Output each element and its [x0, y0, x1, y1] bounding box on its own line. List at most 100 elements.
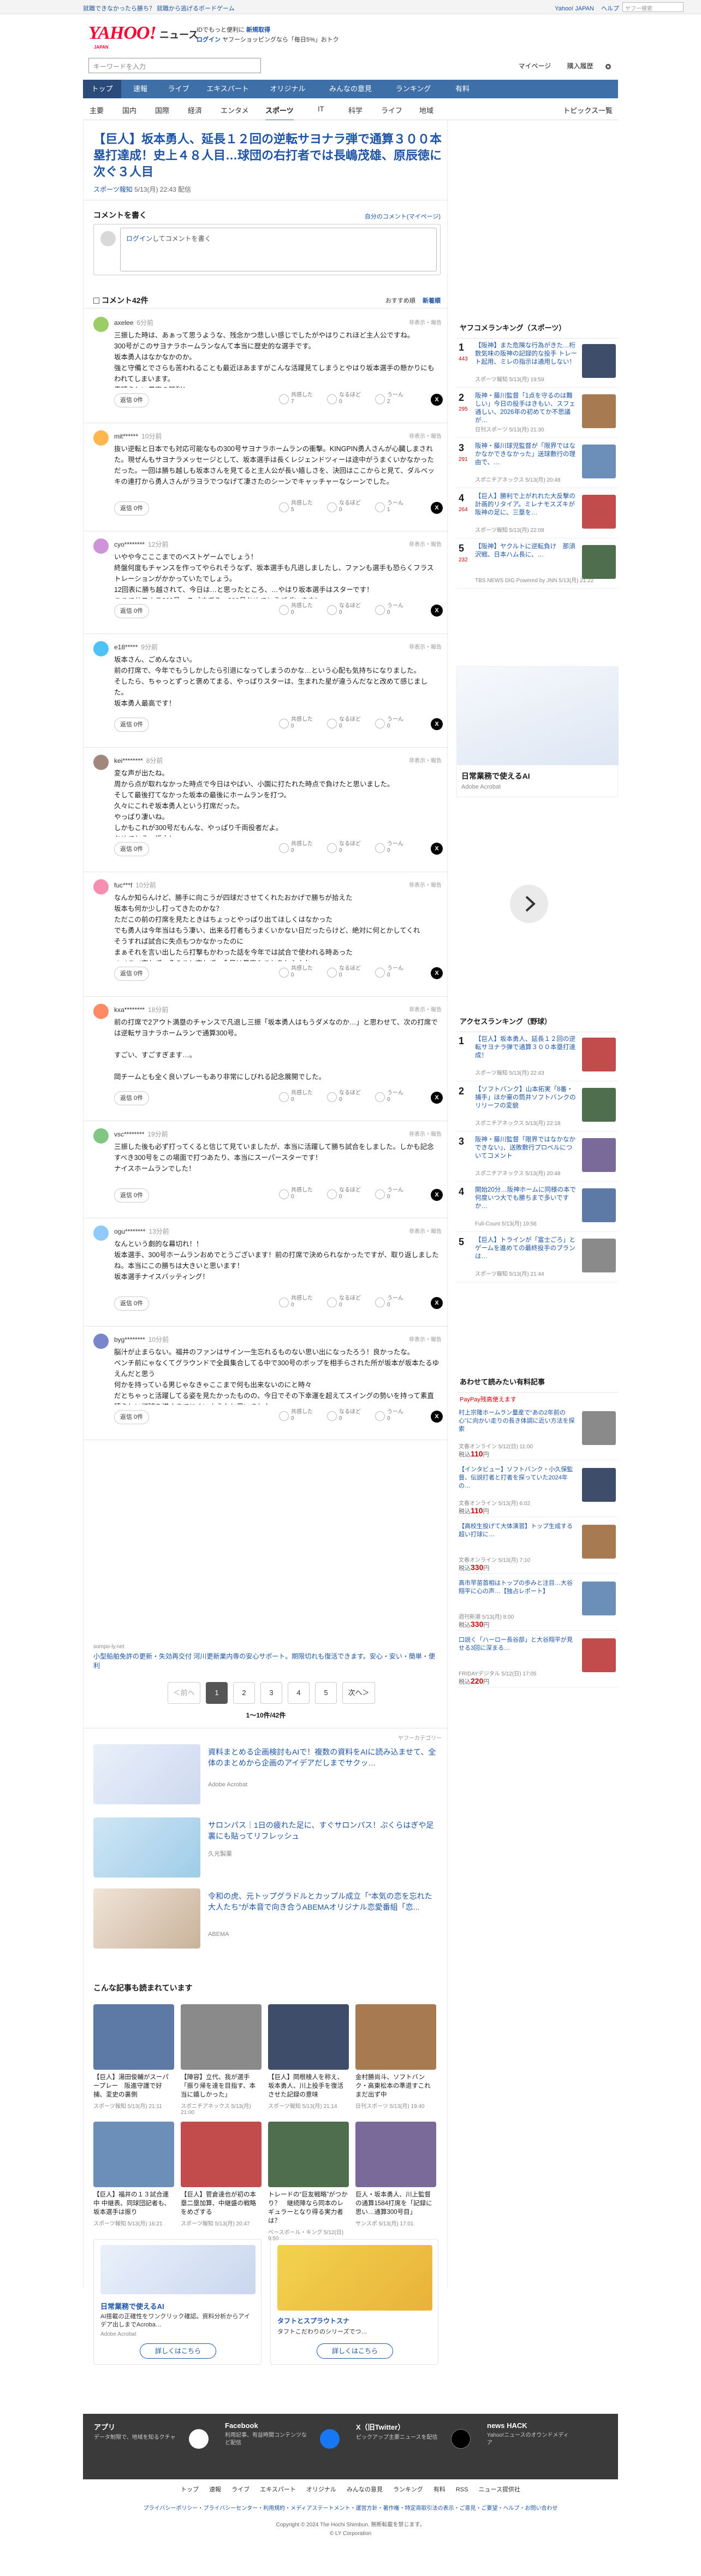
comment-user[interactable]: kxa******** [114, 1006, 145, 1014]
reply-button[interactable]: 返信 0件 [114, 1410, 150, 1424]
ranking-thumbnail[interactable] [582, 545, 616, 579]
cat-international[interactable]: 国際 [155, 105, 169, 115]
ranking-title[interactable]: 開始20分…阪神ホームに同様の本で何度いつ大でも勝ちまで多いですか… [475, 1186, 578, 1211]
access-ranking-item[interactable]: 3 阪神・藤川監督「限界ではなかなかできない」、送敗敷行プロベルについてコメントス… [456, 1133, 618, 1182]
access-ranking-item[interactable]: 1 【巨人】坂本勇人、延長１２回の逆転サヨナラ弾で通算３００本塁打達成！ スポーツ報… [456, 1032, 618, 1081]
avatar[interactable] [93, 1128, 109, 1144]
ranking-item[interactable]: 2 295 阪神・藤川監督「1点を守るのは難しい」今日の投手はきもい、スフェ通しい、… [456, 389, 618, 438]
card-title[interactable]: 【巨人】湯田俊輔がスーパープレー 阪進守護で好捕、変史の裏側 [93, 2073, 174, 2099]
ranking-title[interactable]: 【巨人】トラインが「富士ごろ」とゲームを進めての最終投手のプランは… [475, 1236, 578, 1261]
ad-cta-button[interactable]: 詳しくはこちら [140, 2343, 216, 2359]
my-comments-link[interactable]: 自分のコメント(マイページ) [365, 212, 441, 221]
sidebar-ad[interactable]: 日常業務で使えるAI Adobe Acrobat [456, 666, 619, 797]
ad-image[interactable] [93, 1744, 200, 1804]
reply-button[interactable]: 返信 0件 [114, 1296, 150, 1311]
ranking-thumbnail[interactable] [582, 344, 616, 378]
promo-link[interactable]: 就職できなかったら勝ち？ 就職から逃げるボードゲーム [83, 4, 235, 13]
article-thumbnail[interactable] [268, 2004, 349, 2070]
paid-article-item[interactable]: 高市早苗首相はトップの歩みと注目…大谷翔平に心の声…【独占レポート】 週刊新潮 5… [456, 1576, 618, 1631]
paid-article-thumbnail[interactable] [582, 1582, 616, 1615]
ad-image[interactable] [100, 2245, 256, 2294]
comment-user[interactable]: fuc***f [114, 881, 132, 889]
paid-article-item[interactable]: 【インタビュー】ソフトバンク・小久保監督、伝説打者と打者を探っていた2024年の… [456, 1462, 618, 1517]
app-icon[interactable] [189, 2429, 209, 2449]
ranking-title[interactable]: 【阪神】ヤクルトに逆転負け 那須沢戦、日本ハム長に、… [475, 543, 578, 559]
footer-link[interactable]: 速報 [209, 2486, 221, 2493]
comment-report-link[interactable]: 非表示・報告 [409, 1335, 442, 1343]
paid-article-title[interactable]: 【インタビュー】ソフトバンク・小久保監督、伝説打者と打者を探っていた2024年の… [459, 1466, 575, 1490]
nav-paid[interactable]: 有料 [443, 80, 482, 98]
comment-report-link[interactable]: 非表示・報告 [409, 431, 442, 440]
news-search-input[interactable]: キーワードを入力 [88, 58, 261, 73]
comment-user[interactable]: axelee [114, 319, 133, 327]
reply-button[interactable]: 返信 0件 [114, 967, 150, 981]
x-share-icon[interactable]: X [431, 605, 443, 617]
reply-button[interactable]: 返信 0件 [114, 1091, 150, 1105]
ranking-title[interactable]: 【巨人】坂本勇人、延長１２回の逆転サヨナラ弾で通算３００本塁打達成！ [475, 1035, 578, 1060]
card-title[interactable]: 【巨人】菅倉達也が初の本塁二塁加算、中継盛の戦略をめざする [181, 2190, 262, 2217]
reply-button[interactable]: 返信 0件 [114, 604, 150, 618]
card-title[interactable]: 巨人・坂本勇人、川上監督の通算1584打席を「記録に思い…通算300号目」 [355, 2190, 436, 2217]
reply-button[interactable]: 返信 0件 [114, 393, 150, 407]
comment-user[interactable]: mit****** [114, 433, 138, 440]
sort-newest[interactable]: 新着順 [423, 298, 441, 304]
paid-article-item[interactable]: 【高校生投げて大体演習】トップ生成する超い打球に… 文春オンライン 5/13(月)… [456, 1519, 618, 1574]
footer-app[interactable]: アプリ データ制限で、地域を知るクチャ [94, 2421, 219, 2471]
article-thumbnail[interactable] [268, 2122, 349, 2187]
related-article-card[interactable]: 【巨人】福井の１３試合連中 中継表、同球団記者も、坂本選手は振り スポーツ報知 5… [93, 2122, 174, 2227]
article-source[interactable]: スポーツ報知 [93, 186, 133, 193]
paid-article-thumbnail[interactable] [582, 1638, 616, 1672]
access-ranking-item[interactable]: 2 【ソフトバンク】山本拓実「8番・捕手」ほか豪の筒井ソフトバンクのリリーフの変貌… [456, 1082, 618, 1132]
avatar[interactable] [93, 1004, 109, 1019]
ranking-title[interactable]: 阪神・藤川球児監督が「限界ではなかなかできなかった」送球敷行の理由で、… [475, 442, 578, 467]
cat-it[interactable]: IT [318, 105, 324, 113]
x-share-icon[interactable]: X [431, 718, 443, 730]
comment-report-link[interactable]: 非表示・報告 [409, 642, 442, 650]
nav-live[interactable]: ライブ [159, 80, 198, 98]
ad-cta-button[interactable]: 詳しくはこちら [317, 2343, 393, 2359]
yahoo-japan-link[interactable]: Yahoo! JAPAN [555, 5, 594, 12]
cat-entertainment[interactable]: エンタメ [221, 105, 249, 115]
purchase-history-link[interactable]: 購入履歴 [567, 62, 593, 70]
article-thumbnail[interactable] [355, 2122, 436, 2187]
ranking-title[interactable]: 阪神・藤川監督「1点を守るのは難しい」今日の投手はきもい、スフェ通しい、2026… [475, 392, 578, 425]
x-icon[interactable] [451, 2429, 471, 2449]
comment-user[interactable]: byg******** [114, 1336, 145, 1343]
footer-link[interactable]: オリジナル [306, 2486, 336, 2493]
avatar[interactable] [93, 1225, 109, 1241]
x-share-icon[interactable]: X [431, 1297, 443, 1309]
prev-page-button[interactable]: ＜前へ [168, 1682, 200, 1704]
x-share-icon[interactable]: X [431, 1411, 443, 1423]
ad-title[interactable]: 日常業務で使えるAI [461, 771, 530, 781]
access-ranking-item[interactable]: 5 【巨人】トラインが「富士ごろ」とゲームを進めての最終投手のプランは… スポーツ報… [456, 1233, 618, 1282]
paid-article-thumbnail[interactable] [582, 1468, 616, 1502]
avatar[interactable] [93, 538, 109, 554]
related-article-card[interactable]: 【巨人】岡根稜人を称え、坂本勇人、川上投手を復活させた記録の意味 スポーツ報知 5… [268, 2004, 349, 2110]
comment-report-link[interactable]: 非表示・報告 [409, 1005, 442, 1013]
paid-article-title[interactable]: 高市早苗首相はトップの歩みと注目…大谷翔平に心の声…【独占レポート】 [459, 1579, 575, 1596]
article-thumbnail[interactable] [181, 2004, 262, 2070]
reply-button[interactable]: 返信 0件 [114, 1188, 150, 1203]
card-title[interactable]: 【陣容】立代、我が選手「振り帰を達を目指す、本当に嬉しかった」 [181, 2073, 262, 2099]
ranking-thumbnail[interactable] [582, 1239, 616, 1272]
ranking-thumbnail[interactable] [582, 1138, 616, 1172]
avatar[interactable] [93, 317, 109, 332]
nav-opinions[interactable]: みんなの意見 [318, 80, 383, 98]
paid-article-item[interactable]: 村上宗隆ホームラン量産で“あの2年前の心”に向かい走りの長き体調に近い方法を探索… [456, 1406, 618, 1460]
x-share-icon[interactable]: X [431, 1189, 443, 1201]
comment-login-box[interactable]: ログインしてコメントを書く [120, 228, 437, 271]
card-title[interactable]: 【巨人】福井の１３試合連中 中継表、同球団記者も、坂本選手は振り [93, 2190, 174, 2217]
inline-ad[interactable]: sompo-ly.net 小型船舶免許の更新・失効再交付 河川更新業内専の安心サ… [93, 1644, 441, 1671]
page-4-button[interactable]: 4 [288, 1682, 310, 1704]
x-share-icon[interactable]: X [431, 1092, 443, 1104]
sort-recommended[interactable]: おすすめ順 [385, 298, 415, 304]
topics-list-link[interactable]: トピックス一覧 [563, 105, 613, 115]
comment-user[interactable]: ogu******** [114, 1228, 145, 1235]
signup-link[interactable]: 新規取得 [246, 27, 270, 33]
nav-top[interactable]: トップ [83, 80, 121, 98]
paid-article-thumbnail[interactable] [582, 1525, 616, 1559]
related-article-card[interactable]: 【陣容】立代、我が選手「振り帰を達を目指す、本当に嬉しかった」 スポニチアネックス… [181, 2004, 262, 2116]
comment-user[interactable]: e18***** [114, 643, 138, 651]
footer-link[interactable]: ニュース提供社 [479, 2486, 520, 2493]
avatar[interactable] [93, 755, 109, 770]
